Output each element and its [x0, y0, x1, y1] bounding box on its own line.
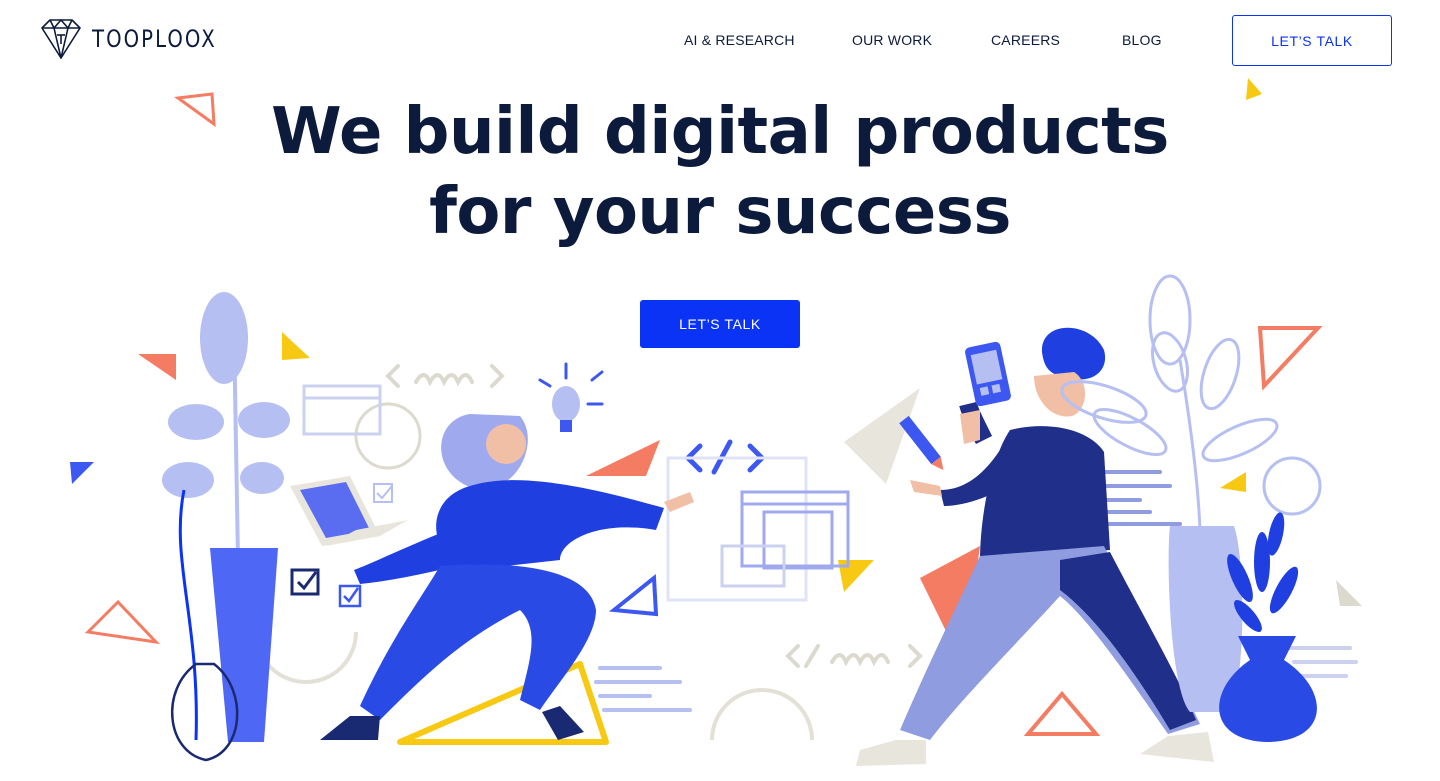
ui-windows — [302, 384, 850, 602]
hero-title: We build digital products for your succe… — [0, 92, 1440, 252]
hero-title-line-2: for your success — [429, 175, 1011, 249]
header-lets-talk-button[interactable]: LET’S TALK — [1232, 15, 1392, 66]
decorative-circles — [254, 402, 1322, 741]
checkbox-icons — [290, 483, 393, 608]
nav-careers[interactable]: CAREERS — [991, 32, 1060, 48]
man-figure — [856, 327, 1214, 766]
hero-lets-talk-button[interactable]: LET’S TALK — [640, 300, 800, 348]
hero-title-line-1: We build digital products — [271, 95, 1169, 169]
left-plant — [162, 292, 290, 762]
code-symbols — [385, 364, 923, 668]
woman-figure — [290, 362, 694, 740]
logo-link[interactable]: TOOPLOOX — [40, 18, 244, 60]
nav-ai-research[interactable]: AI & RESEARCH — [684, 32, 795, 48]
nav-our-work[interactable]: OUR WORK — [852, 32, 932, 48]
nav-blog[interactable]: BLOG — [1122, 32, 1162, 48]
right-plant — [1060, 274, 1317, 742]
diamond-logo-icon — [41, 19, 81, 59]
logo-text: TOOPLOOX — [92, 25, 217, 53]
text-lines — [594, 470, 1358, 712]
